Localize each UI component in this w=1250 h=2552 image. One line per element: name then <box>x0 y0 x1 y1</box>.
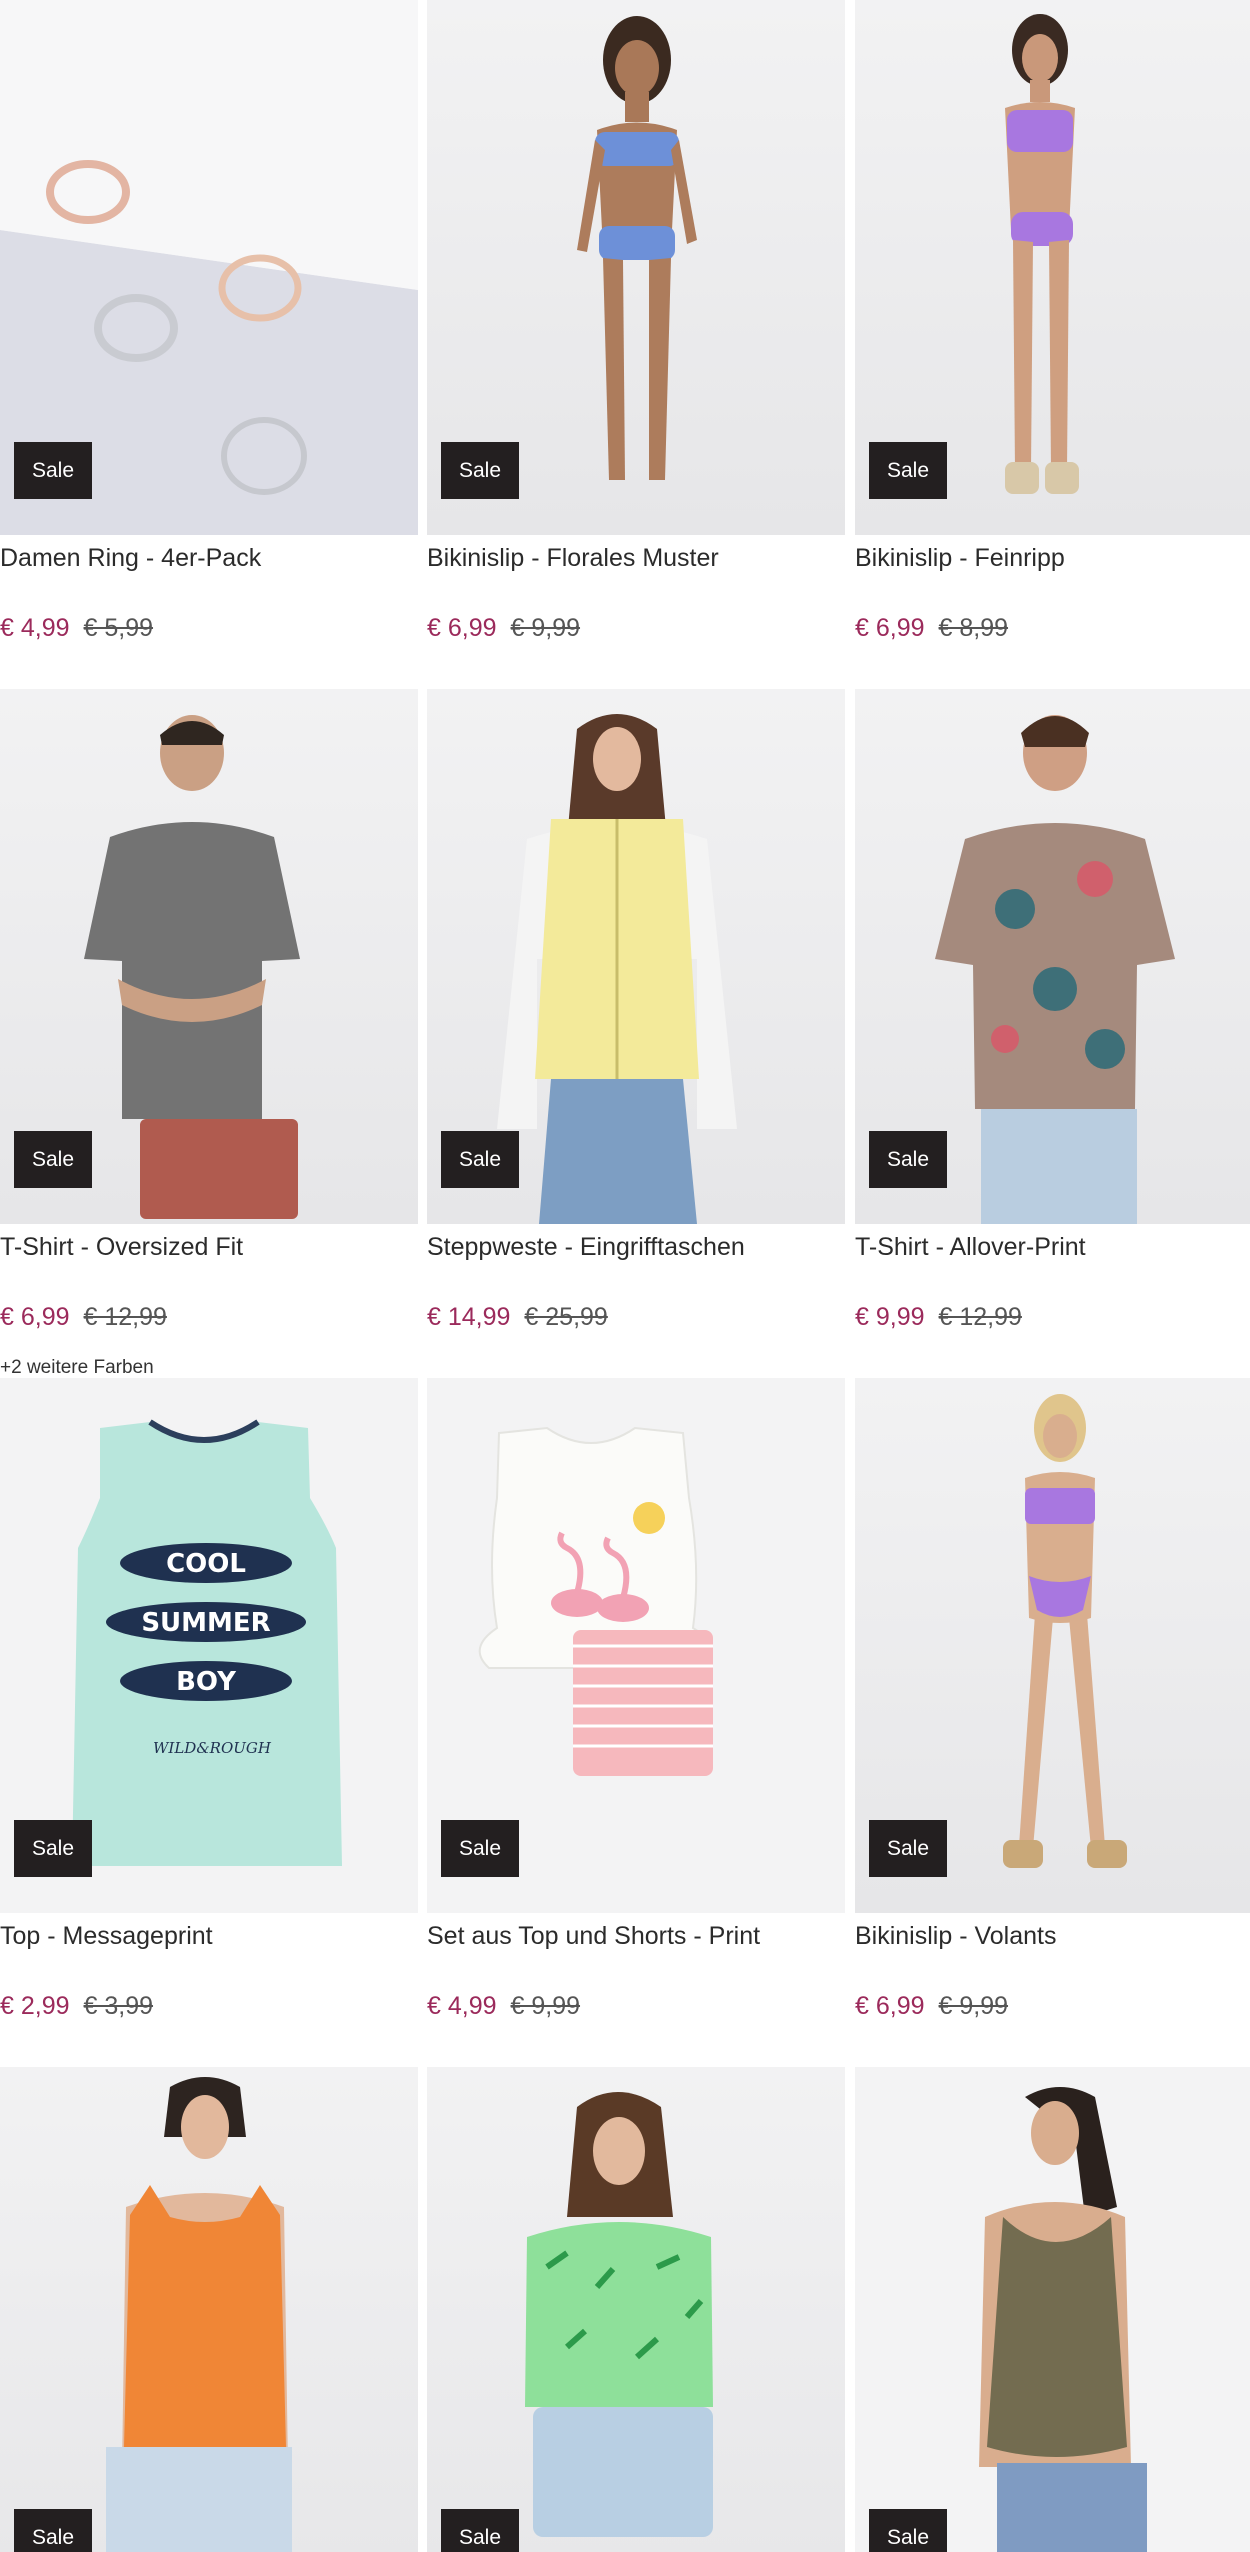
old-price: € 9,99 <box>510 614 581 642</box>
green-tshirt-model-image <box>525 2092 713 2537</box>
product-title[interactable]: Bikinislip - Feinripp <box>855 544 1250 573</box>
sale-badge: Sale <box>14 1131 92 1188</box>
product-image[interactable]: Sale <box>855 689 1250 1224</box>
product-title[interactable]: Top - Messageprint <box>0 1922 418 1951</box>
old-price: € 12,99 <box>83 1303 167 1331</box>
old-price: € 3,99 <box>83 1992 154 2020</box>
old-price: € 9,99 <box>510 1992 581 2020</box>
product-prices: € 4,99 € 5,99 <box>0 614 153 643</box>
current-price: € 6,99 <box>855 614 925 642</box>
product-title[interactable]: T-Shirt - Allover-Print <box>855 1233 1250 1262</box>
sale-badge: Sale <box>441 442 519 499</box>
product-prices: € 14,99 € 25,99 <box>427 1303 608 1332</box>
product-title[interactable]: Set aus Top und Shorts - Print <box>427 1922 845 1951</box>
current-price: € 6,99 <box>0 1303 70 1331</box>
sale-badge: Sale <box>869 442 947 499</box>
product-prices: € 2,99 € 3,99 <box>0 1992 153 2021</box>
product-image[interactable]: Sale <box>427 689 845 1224</box>
sale-badge: Sale <box>869 1131 947 1188</box>
sale-badge: Sale <box>869 1820 947 1877</box>
svg-text:COOL: COOL <box>166 1549 246 1579</box>
product-prices: € 6,99 € 9,99 <box>427 614 580 643</box>
product-prices: € 4,99 € 9,99 <box>427 1992 580 2021</box>
product-title[interactable]: Steppweste - Eingrifftaschen <box>427 1233 845 1262</box>
orange-top-model-image <box>106 2077 292 2552</box>
sale-badge: Sale <box>441 1131 519 1188</box>
product-title[interactable]: Bikinislip - Florales Muster <box>427 544 845 573</box>
product-image[interactable]: Sale <box>0 0 418 535</box>
sale-badge: Sale <box>441 1820 519 1877</box>
sale-badge: Sale <box>869 2509 947 2552</box>
current-price: € 9,99 <box>855 1303 925 1331</box>
svg-text:WILD&ROUGH: WILD&ROUGH <box>153 1739 272 1757</box>
old-price: € 9,99 <box>938 1992 1009 2020</box>
sale-badge: Sale <box>14 442 92 499</box>
sale-badge: Sale <box>441 2509 519 2552</box>
old-price: € 8,99 <box>938 614 1009 642</box>
product-image[interactable]: Sale <box>855 1378 1250 1913</box>
current-price: € 4,99 <box>427 1992 497 2020</box>
current-price: € 14,99 <box>427 1303 511 1331</box>
olive-top-model-image <box>979 2087 1147 2552</box>
old-price: € 25,99 <box>524 1303 608 1331</box>
product-image[interactable]: Sale <box>427 0 845 535</box>
product-image[interactable]: Sale <box>0 689 418 1224</box>
sale-badge: Sale <box>14 1820 92 1877</box>
sale-badge: Sale <box>14 2509 92 2552</box>
more-colors-note[interactable]: +2 weitere Farben <box>0 1357 154 1379</box>
current-price: € 6,99 <box>427 614 497 642</box>
svg-text:SUMMER: SUMMER <box>141 1608 270 1638</box>
product-prices: € 6,99 € 12,99 <box>0 1303 167 1332</box>
product-image[interactable]: Sale <box>855 0 1250 535</box>
product-prices: € 6,99 € 8,99 <box>855 614 1008 643</box>
product-image[interactable]: Sale <box>427 2067 845 2552</box>
old-price: € 12,99 <box>938 1303 1022 1331</box>
product-title[interactable]: T-Shirt - Oversized Fit <box>0 1233 418 1262</box>
product-image[interactable]: Sale <box>0 2067 418 2552</box>
product-image[interactable]: Sale <box>427 1378 845 1913</box>
product-title[interactable]: Bikinislip - Volants <box>855 1922 1250 1951</box>
product-image[interactable]: Sale <box>855 2067 1250 2552</box>
product-prices: € 6,99 € 9,99 <box>855 1992 1008 2021</box>
svg-text:BOY: BOY <box>176 1667 237 1697</box>
product-image[interactable]: COOL SUMMER BOY WILD&ROUGH Sale <box>0 1378 418 1913</box>
product-title[interactable]: Damen Ring - 4er-Pack <box>0 544 418 573</box>
old-price: € 5,99 <box>83 614 154 642</box>
product-prices: € 9,99 € 12,99 <box>855 1303 1022 1332</box>
current-price: € 6,99 <box>855 1992 925 2020</box>
current-price: € 2,99 <box>0 1992 70 2020</box>
current-price: € 4,99 <box>0 614 70 642</box>
